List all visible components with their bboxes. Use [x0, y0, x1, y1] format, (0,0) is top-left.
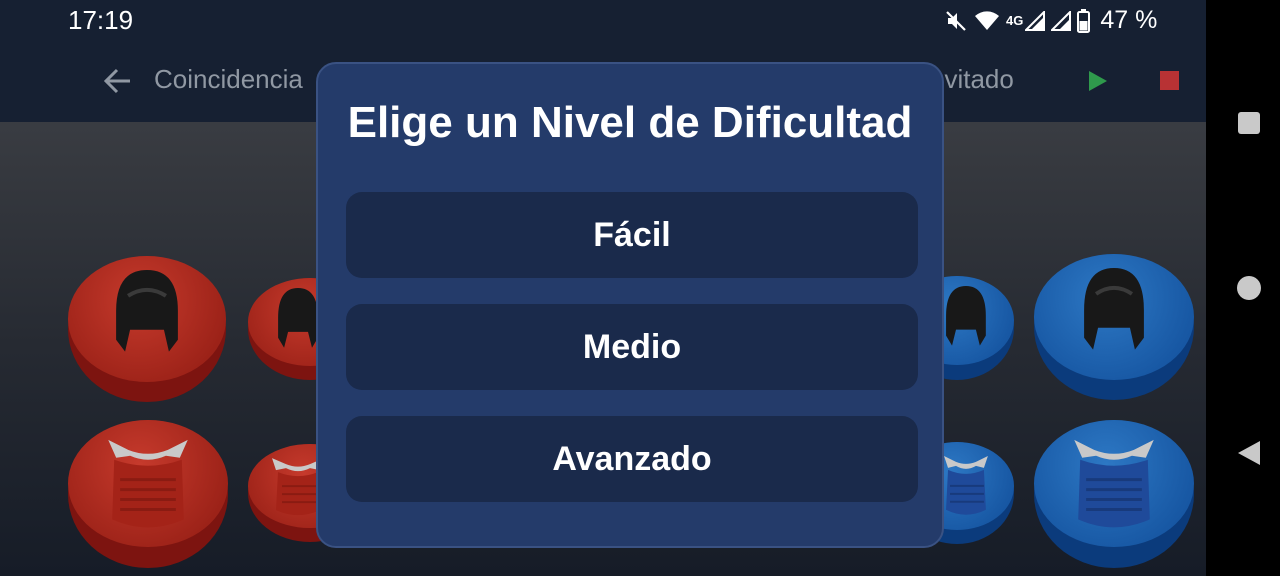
red-chest-disc[interactable] [68, 420, 228, 568]
status-bar: 17:19 4G 47 % [0, 0, 1206, 44]
chest-protector-icon [1074, 439, 1154, 528]
battery-percentage: 47 % [1100, 6, 1158, 34]
mute-icon [946, 10, 966, 31]
recents-icon[interactable] [1237, 111, 1261, 135]
helmet-icon [116, 269, 178, 352]
helmet-icon [1084, 267, 1144, 350]
back-arrow-icon[interactable] [102, 64, 134, 98]
network-type-label: 4G [1006, 13, 1024, 28]
dialog-title: Elige un Nivel de Dificultad [347, 98, 913, 147]
chest-protector-icon [108, 439, 188, 528]
navigation-bar [1206, 0, 1280, 576]
easy-button[interactable]: Fácil [346, 192, 918, 278]
blue-chest-disc[interactable] [1034, 420, 1194, 568]
signal-icon [1051, 10, 1072, 31]
status-icons: 4G 47 % [944, 6, 1157, 35]
difficulty-dialog: Elige un Nivel de Dificultad Fácil Medio… [316, 62, 944, 548]
app-screen: 17:19 4G 47 % Coincidencia nvitado Elige… [0, 0, 1206, 576]
battery-icon [1077, 8, 1091, 33]
signal-icon [1025, 10, 1046, 31]
stop-icon[interactable] [1160, 71, 1179, 90]
app-title: Coincidencia [154, 64, 303, 94]
medium-button[interactable]: Medio [346, 304, 918, 390]
home-icon[interactable] [1236, 275, 1262, 301]
wifi-icon [975, 10, 999, 30]
status-time: 17:19 [68, 5, 134, 35]
blue-helmet-disc[interactable] [1034, 254, 1194, 400]
advanced-button[interactable]: Avanzado [346, 416, 918, 502]
play-icon[interactable] [1087, 69, 1109, 93]
back-icon[interactable] [1237, 440, 1261, 466]
red-helmet-disc[interactable] [68, 256, 226, 402]
